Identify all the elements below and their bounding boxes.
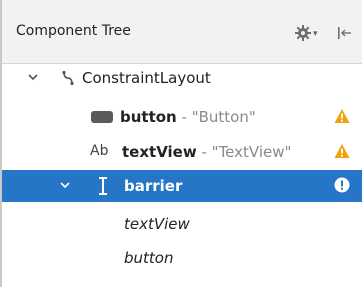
hide-panel-icon[interactable] xyxy=(336,25,352,41)
tree-row-barrier-child[interactable]: textView xyxy=(2,208,362,240)
panel-title: Component Tree xyxy=(16,23,131,39)
chevron-down-icon[interactable] xyxy=(58,178,72,192)
tree-row-button[interactable]: button - "Button" xyxy=(2,101,362,133)
panel-header: Component Tree ▾ xyxy=(2,0,362,64)
widget-id: textView xyxy=(122,143,197,161)
widget-id: button xyxy=(120,108,177,126)
widget-text: "Button" xyxy=(191,108,256,126)
referenced-id: textView xyxy=(124,215,190,233)
constraint-layout-icon xyxy=(62,70,74,86)
tree-row-barrier-child[interactable]: button xyxy=(2,242,362,274)
referenced-id: button xyxy=(124,249,174,267)
tree-row-textview[interactable]: Ab textView - "TextView" xyxy=(2,136,362,168)
tree-label: textView - "TextView" xyxy=(122,143,291,161)
tree-row-barrier[interactable]: barrier xyxy=(2,170,362,202)
tree-label: ConstraintLayout xyxy=(82,69,211,87)
info-icon[interactable] xyxy=(334,177,350,193)
chevron-down-icon[interactable] xyxy=(26,70,40,84)
textview-widget-icon: Ab xyxy=(90,143,109,159)
button-widget-icon xyxy=(91,111,113,123)
barrier-icon xyxy=(99,177,107,195)
separator: - xyxy=(196,143,212,161)
tree-row-constraintlayout[interactable]: ConstraintLayout xyxy=(2,62,362,94)
tree-label: button - "Button" xyxy=(120,108,256,126)
component-tree-panel: Component Tree ▾ ConstraintLayout button… xyxy=(0,0,362,287)
separator: - xyxy=(176,108,192,126)
warning-icon[interactable] xyxy=(334,108,350,124)
widget-text: "TextView" xyxy=(211,143,292,161)
warning-icon[interactable] xyxy=(334,143,350,159)
widget-id: barrier xyxy=(124,177,183,195)
gear-dropdown-icon[interactable]: ▾ xyxy=(313,29,318,39)
gear-icon[interactable] xyxy=(294,25,312,41)
